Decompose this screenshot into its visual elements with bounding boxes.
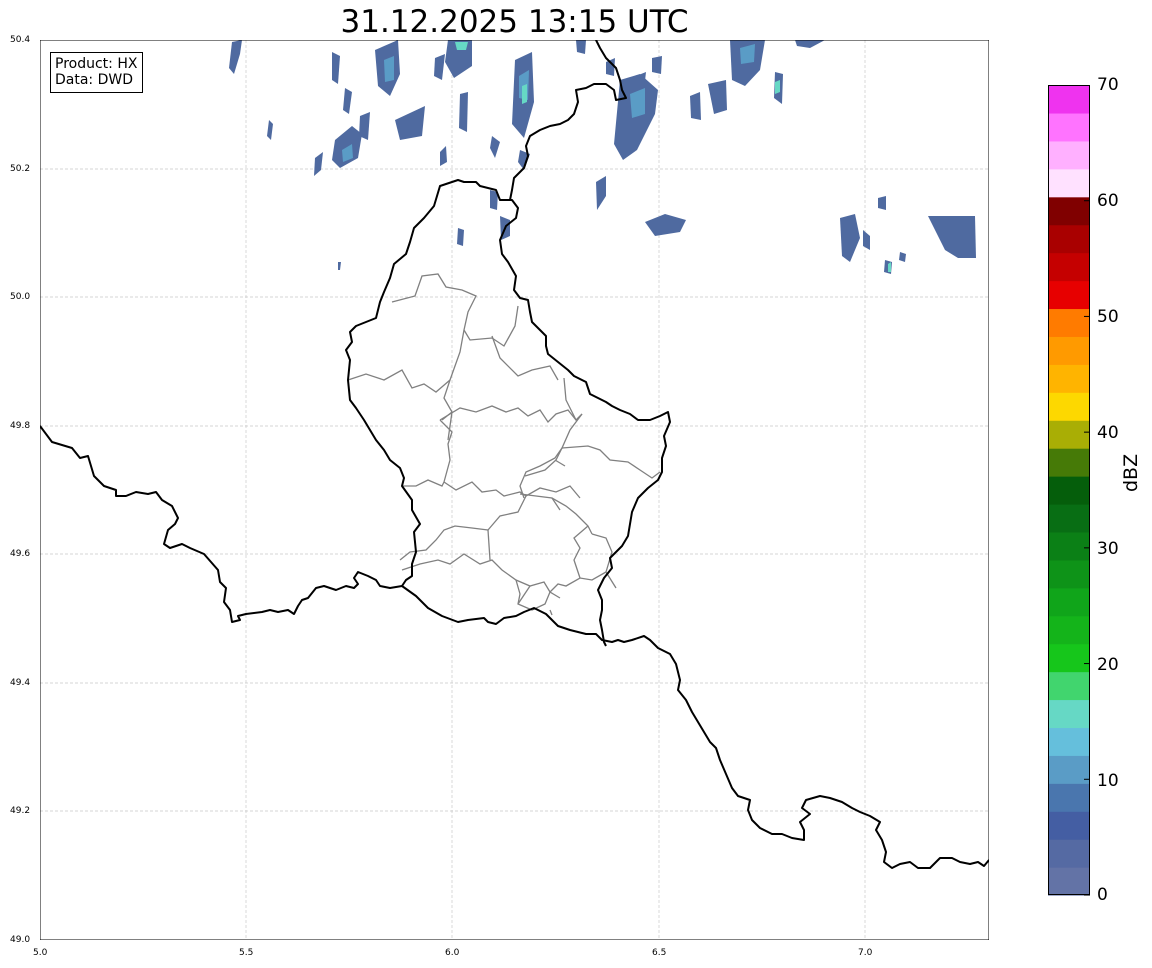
colorbar-segment bbox=[1048, 699, 1090, 729]
colorbar-segment bbox=[1048, 503, 1090, 533]
colorbar-segment bbox=[1048, 531, 1090, 561]
data-source-label: Data: DWD bbox=[55, 72, 133, 88]
lon-tick-label: 6.0 bbox=[445, 948, 460, 958]
colorbar-segment bbox=[1048, 336, 1090, 365]
colorbar-segment bbox=[1048, 140, 1090, 170]
colorbar-segment bbox=[1048, 420, 1090, 449]
lat-tick-label: 49.2 bbox=[10, 806, 31, 816]
colorbar-segment bbox=[1048, 671, 1090, 701]
lon-tick-label: 5.5 bbox=[239, 948, 254, 958]
colorbar-segment bbox=[1048, 196, 1090, 226]
product-info-box: Product: HX Data: DWD bbox=[50, 52, 144, 93]
colorbar-segment bbox=[1048, 85, 1090, 114]
colorbar-segment bbox=[1048, 168, 1090, 198]
colorbar-segment bbox=[1048, 755, 1090, 784]
product-label: Product: HX bbox=[55, 56, 138, 72]
colorbar-segment bbox=[1048, 811, 1090, 840]
colorbar-tick-label: 50 bbox=[1097, 307, 1119, 327]
colorbar-segment bbox=[1048, 280, 1090, 310]
colorbar-segment bbox=[1048, 224, 1090, 254]
lon-tick-label: 7.0 bbox=[858, 948, 873, 958]
colorbar-segment bbox=[1048, 112, 1090, 142]
colorbar-tick-label: 60 bbox=[1097, 191, 1119, 211]
lat-tick-label: 50.4 bbox=[10, 35, 31, 45]
lat-tick-label: 50.0 bbox=[10, 292, 31, 302]
lon-tick-label: 6.5 bbox=[652, 948, 667, 958]
lat-tick-label: 49.0 bbox=[10, 935, 31, 945]
colorbar-tick-label: 30 bbox=[1097, 539, 1119, 559]
radar-map bbox=[40, 40, 989, 940]
colorbar-label: dBZ bbox=[1120, 453, 1142, 492]
lat-tick-label: 49.8 bbox=[10, 421, 31, 431]
colorbar-segment bbox=[1048, 783, 1090, 812]
colorbar-segment bbox=[1048, 476, 1090, 505]
colorbar-segment bbox=[1048, 727, 1090, 756]
colorbar-segment bbox=[1048, 308, 1090, 337]
colorbar-segment bbox=[1048, 867, 1090, 896]
colorbar-segment bbox=[1048, 252, 1090, 282]
colorbar-segment bbox=[1048, 559, 1090, 589]
colorbar bbox=[1048, 85, 1090, 896]
colorbar-segment bbox=[1048, 615, 1090, 645]
colorbar-segment bbox=[1048, 643, 1090, 673]
colorbar-segment bbox=[1048, 364, 1090, 393]
colorbar-segment bbox=[1048, 392, 1090, 421]
colorbar-tick-label: 0 bbox=[1097, 885, 1108, 905]
lat-tick-label: 49.6 bbox=[10, 549, 31, 559]
colorbar-tick-label: 20 bbox=[1097, 655, 1119, 675]
lat-tick-label: 49.4 bbox=[10, 678, 31, 688]
colorbar-tick-label: 10 bbox=[1097, 771, 1119, 791]
colorbar-segment bbox=[1048, 587, 1090, 617]
map-title: 31.12.2025 13:15 UTC bbox=[340, 4, 689, 40]
colorbar-segments bbox=[1048, 85, 1090, 896]
lat-tick-label: 50.2 bbox=[10, 164, 31, 174]
lon-tick-label: 5.0 bbox=[33, 948, 48, 958]
colorbar-segment bbox=[1048, 839, 1090, 868]
colorbar-tick-label: 40 bbox=[1097, 423, 1119, 443]
colorbar-segment bbox=[1048, 448, 1090, 477]
colorbar-tick-label: 70 bbox=[1097, 75, 1119, 95]
